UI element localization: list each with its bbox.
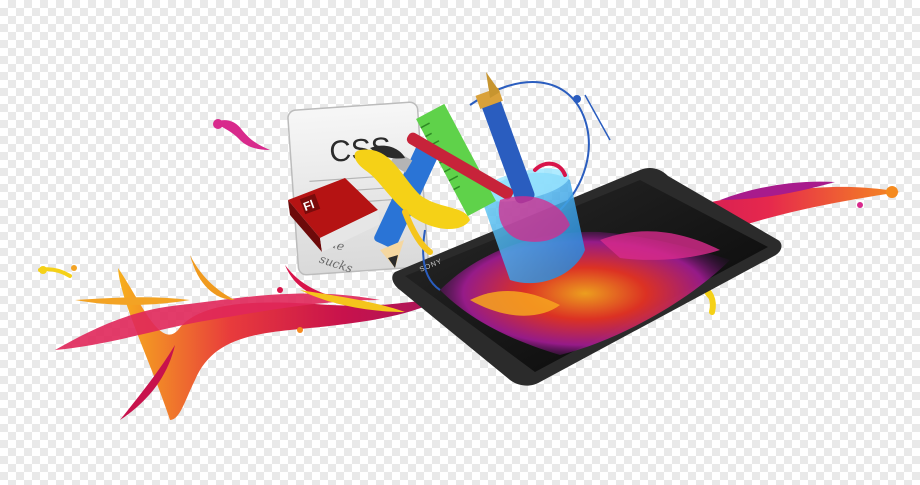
paint-drop-top: [213, 119, 270, 150]
paint-splash-left: [38, 255, 440, 420]
illustration: CSS ie sucks Fl SONY: [38, 72, 900, 420]
canvas: CSS ie sucks Fl SONY: [0, 0, 920, 485]
